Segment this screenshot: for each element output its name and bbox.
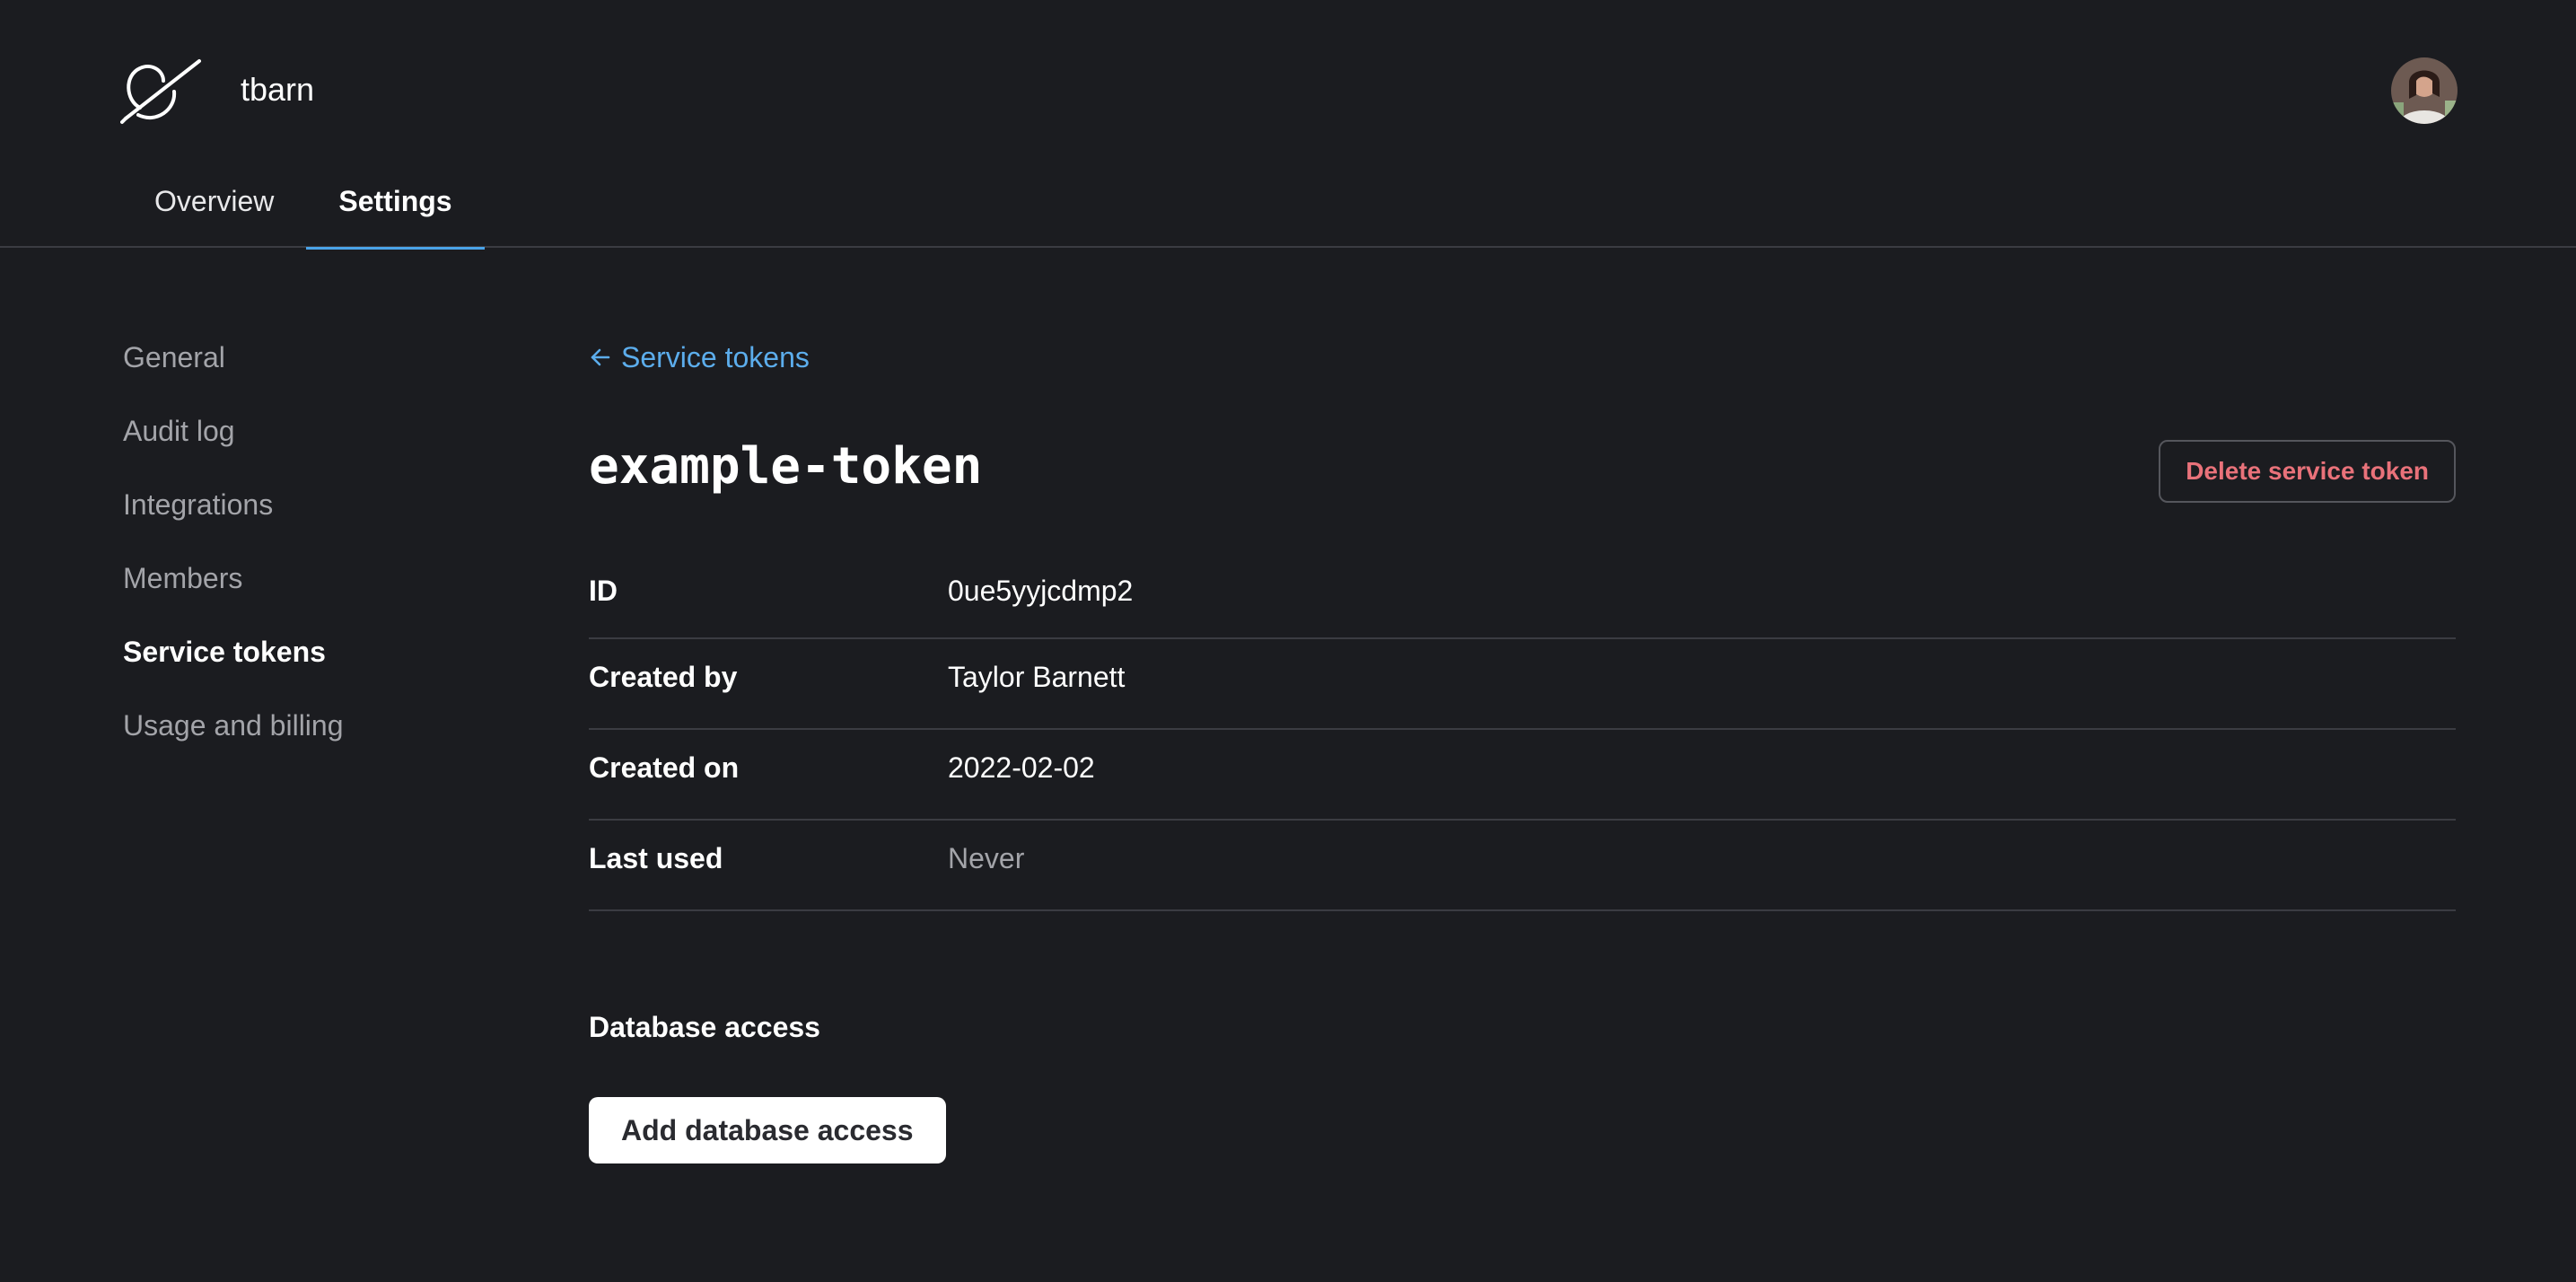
detail-value: 2022-02-02 xyxy=(948,751,1095,784)
detail-label: ID xyxy=(589,575,618,607)
org-name[interactable]: tbarn xyxy=(241,70,314,110)
page-title: example-token xyxy=(589,437,983,496)
detail-row-created-by: Created by Taylor Barnett xyxy=(589,639,2456,730)
detail-label: Last used xyxy=(589,842,723,874)
detail-row-id: ID 0ue5yyjcdmp2 xyxy=(589,553,2456,639)
sidebar-item-audit-log[interactable]: Audit log xyxy=(123,413,464,487)
detail-value: Taylor Barnett xyxy=(948,661,1126,693)
user-avatar[interactable] xyxy=(2391,57,2458,124)
detail-row-last-used: Last used Never xyxy=(589,821,2456,911)
logo-icon[interactable] xyxy=(120,57,203,126)
arrow-left-icon xyxy=(591,348,610,366)
back-to-service-tokens-link[interactable]: Service tokens xyxy=(589,339,810,375)
top-bar: tbarn Overview Settings xyxy=(0,0,2576,250)
sidebar-item-general[interactable]: General xyxy=(123,339,464,413)
sidebar-item-service-tokens[interactable]: Service tokens xyxy=(123,634,464,707)
delete-service-token-button[interactable]: Delete service token xyxy=(2159,440,2456,503)
sidebar-item-members[interactable]: Members xyxy=(123,560,464,634)
tab-overview[interactable]: Overview xyxy=(122,163,306,248)
add-database-access-button[interactable]: Add database access xyxy=(589,1097,946,1163)
sidebar-item-integrations[interactable]: Integrations xyxy=(123,487,464,560)
back-link-label: Service tokens xyxy=(621,341,810,373)
detail-label: Created on xyxy=(589,751,740,784)
sidebar-item-usage-billing[interactable]: Usage and billing xyxy=(123,707,464,781)
detail-label: Created by xyxy=(589,661,738,693)
detail-value: 0ue5yyjcdmp2 xyxy=(948,575,1134,607)
database-access-heading: Database access xyxy=(589,1011,820,1043)
main-content: Service tokens example-token Delete serv… xyxy=(589,339,2456,1163)
tab-settings[interactable]: Settings xyxy=(306,163,485,250)
settings-sidebar: General Audit log Integrations Members S… xyxy=(123,339,464,781)
title-row: example-token Delete service token xyxy=(589,435,2456,503)
detail-value: Never xyxy=(948,842,1025,874)
token-details: ID 0ue5yyjcdmp2 Created by Taylor Barnet… xyxy=(589,553,2456,911)
detail-row-created-on: Created on 2022-02-02 xyxy=(589,730,2456,821)
main-tabs: Overview Settings xyxy=(122,163,485,250)
